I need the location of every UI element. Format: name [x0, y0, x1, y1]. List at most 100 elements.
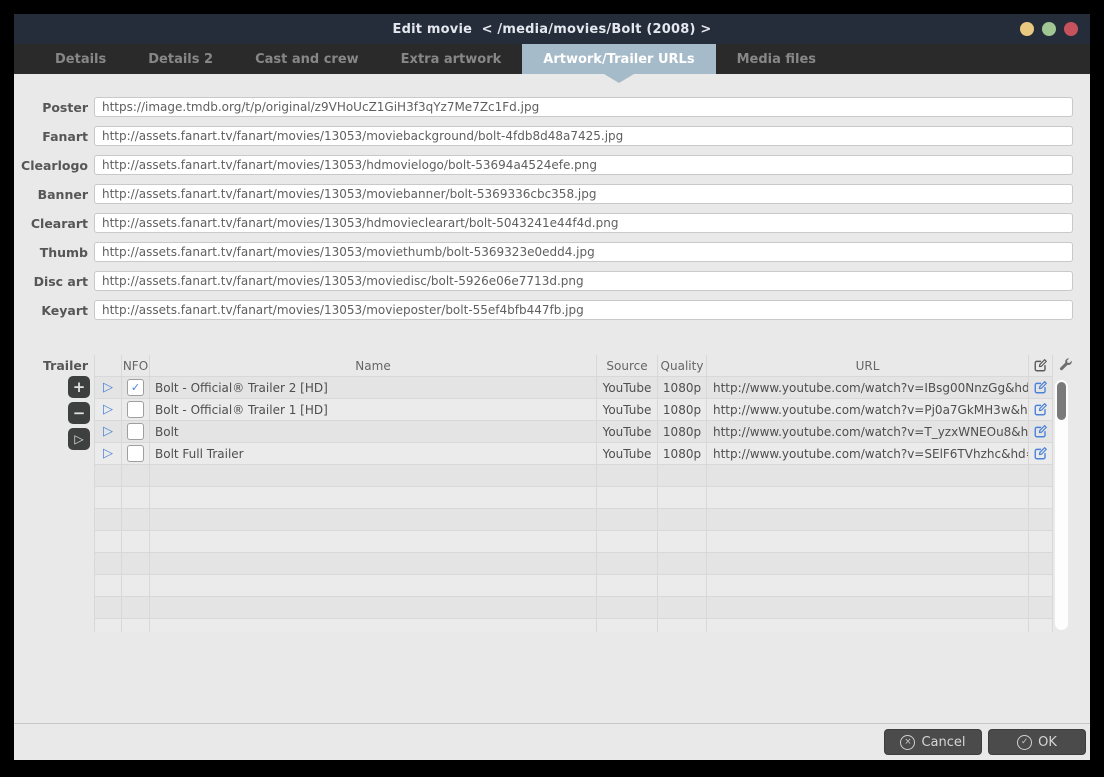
field-label: Banner [14, 187, 88, 202]
trailer-side-buttons: + − ▷ [68, 376, 90, 450]
fanart-url-input[interactable] [94, 126, 1073, 146]
titlebar: Edit movie < /media/movies/Bolt (2008) > [14, 14, 1090, 44]
field-label: Keyart [14, 303, 88, 318]
trailer-row[interactable] [94, 575, 1053, 597]
tab-bar: Details Details 2 Cast and crew Extra ar… [14, 44, 1090, 74]
trailer-name [150, 553, 597, 574]
artwork-fields: Poster Fanart Clearlogo Banner Clearart … [14, 74, 1090, 320]
play-trailer-button[interactable]: ▷ [68, 428, 90, 450]
quality-column-header: Quality [658, 355, 707, 376]
trailer-row[interactable] [94, 597, 1053, 619]
edit-column-icon[interactable] [1033, 358, 1048, 373]
trailer-name [150, 575, 597, 596]
trailer-row[interactable]: ▷ ✓ Bolt - Official® Trailer 2 [HD] YouT… [94, 377, 1053, 399]
trailer-row[interactable] [94, 619, 1053, 632]
name-column-header: Name [150, 355, 597, 376]
trailer-url [707, 553, 1029, 574]
trailer-source: YouTube [597, 377, 658, 398]
scrollbar-thumb[interactable] [1057, 382, 1066, 420]
tab-content: Poster Fanart Clearlogo Banner Clearart … [14, 74, 1090, 723]
edit-trailer-icon[interactable] [1033, 424, 1048, 439]
trailer-row[interactable] [94, 465, 1053, 487]
trailer-source [597, 597, 658, 618]
edit-trailer-icon[interactable] [1033, 380, 1048, 395]
poster-url-input[interactable] [94, 97, 1073, 117]
field-label: Clearart [14, 216, 88, 231]
clearlogo-url-input[interactable] [94, 155, 1073, 175]
nfo-checkbox[interactable]: ✓ [127, 423, 144, 440]
trailer-name: Bolt Full Trailer [150, 443, 597, 464]
minimize-icon[interactable] [1020, 22, 1034, 36]
tab-media-files[interactable]: Media files [716, 44, 837, 74]
cancel-circle-x-icon: × [900, 735, 915, 750]
wrench-icon[interactable] [1058, 357, 1074, 373]
trailer-url: http://www.youtube.com/watch?v=Pj0a7GkMH… [707, 399, 1029, 420]
trailer-quality [658, 487, 707, 508]
trailer-source [597, 509, 658, 530]
field-label: Clearlogo [14, 158, 88, 173]
field-label: Poster [14, 100, 88, 115]
play-trailer-icon[interactable]: ▷ [103, 425, 113, 438]
edit-trailer-icon[interactable] [1033, 402, 1048, 417]
maximize-icon[interactable] [1042, 22, 1056, 36]
trailer-table-body: ▷ ✓ Bolt - Official® Trailer 2 [HD] YouT… [94, 377, 1053, 632]
edit-trailer-icon[interactable] [1033, 446, 1048, 461]
tab-details-2[interactable]: Details 2 [127, 44, 234, 74]
trailer-quality [658, 509, 707, 530]
tab-artwork-trailer-urls[interactable]: Artwork/Trailer URLs [522, 44, 715, 74]
trailer-quality: 1080p [658, 421, 707, 442]
source-column-header: Source [597, 355, 658, 376]
edit-column-header [1029, 355, 1053, 376]
tab-details[interactable]: Details [34, 44, 127, 74]
thumb-url-input[interactable] [94, 242, 1073, 262]
edit-movie-dialog: Edit movie < /media/movies/Bolt (2008) >… [14, 14, 1090, 760]
play-column-header [94, 355, 122, 376]
trailer-row[interactable]: ▷ ✓ Bolt Full Trailer YouTube 1080p http… [94, 443, 1053, 465]
clearart-url-input[interactable] [94, 213, 1073, 233]
trailer-url: http://www.youtube.com/watch?v=IBsg00Nnz… [707, 377, 1029, 398]
trailer-row[interactable]: ▷ ✓ Bolt YouTube 1080p http://www.youtub… [94, 421, 1053, 443]
trailer-label: Trailer [14, 358, 88, 373]
close-icon[interactable] [1064, 22, 1078, 36]
ok-button[interactable]: ✓ OK [988, 729, 1086, 755]
artwork-field-row: Disc art [14, 271, 1073, 291]
cancel-button[interactable]: × Cancel [884, 729, 982, 755]
banner-url-input[interactable] [94, 184, 1073, 204]
artwork-field-row: Clearart [14, 213, 1073, 233]
trailer-url: http://www.youtube.com/watch?v=T_yzxWNEO… [707, 421, 1029, 442]
trailer-row[interactable] [94, 553, 1053, 575]
trailer-quality [658, 575, 707, 596]
trailer-quality [658, 553, 707, 574]
trailer-row[interactable] [94, 531, 1053, 553]
add-trailer-button[interactable]: + [68, 376, 90, 398]
trailer-quality [658, 619, 707, 632]
play-trailer-icon[interactable]: ▷ [103, 403, 113, 416]
trailer-source: YouTube [597, 421, 658, 442]
play-trailer-icon[interactable]: ▷ [103, 381, 113, 394]
remove-trailer-button[interactable]: − [68, 402, 90, 424]
artwork-field-row: Keyart [14, 300, 1073, 320]
trailer-quality: 1080p [658, 443, 707, 464]
artwork-field-row: Fanart [14, 126, 1073, 146]
trailer-source [597, 487, 658, 508]
trailer-url [707, 531, 1029, 552]
window-title: Edit movie < /media/movies/Bolt (2008) > [393, 22, 712, 37]
trailer-row[interactable]: ▷ ✓ Bolt - Official® Trailer 1 [HD] YouT… [94, 399, 1053, 421]
trailer-row[interactable] [94, 487, 1053, 509]
trailer-source [597, 465, 658, 486]
tab-extra-artwork[interactable]: Extra artwork [380, 44, 523, 74]
disc-art-url-input[interactable] [94, 271, 1073, 291]
nfo-checkbox[interactable]: ✓ [127, 401, 144, 418]
trailer-name [150, 531, 597, 552]
keyart-url-input[interactable] [94, 300, 1073, 320]
trailer-name [150, 509, 597, 530]
nfo-checkbox[interactable]: ✓ [127, 445, 144, 462]
trailer-source: YouTube [597, 399, 658, 420]
trailer-row[interactable] [94, 509, 1053, 531]
trailer-name [150, 487, 597, 508]
trailer-table-scrollbar[interactable] [1055, 380, 1068, 630]
tab-cast-and-crew[interactable]: Cast and crew [234, 44, 380, 74]
nfo-checkbox[interactable]: ✓ [127, 379, 144, 396]
field-label: Fanart [14, 129, 88, 144]
play-trailer-icon[interactable]: ▷ [103, 447, 113, 460]
